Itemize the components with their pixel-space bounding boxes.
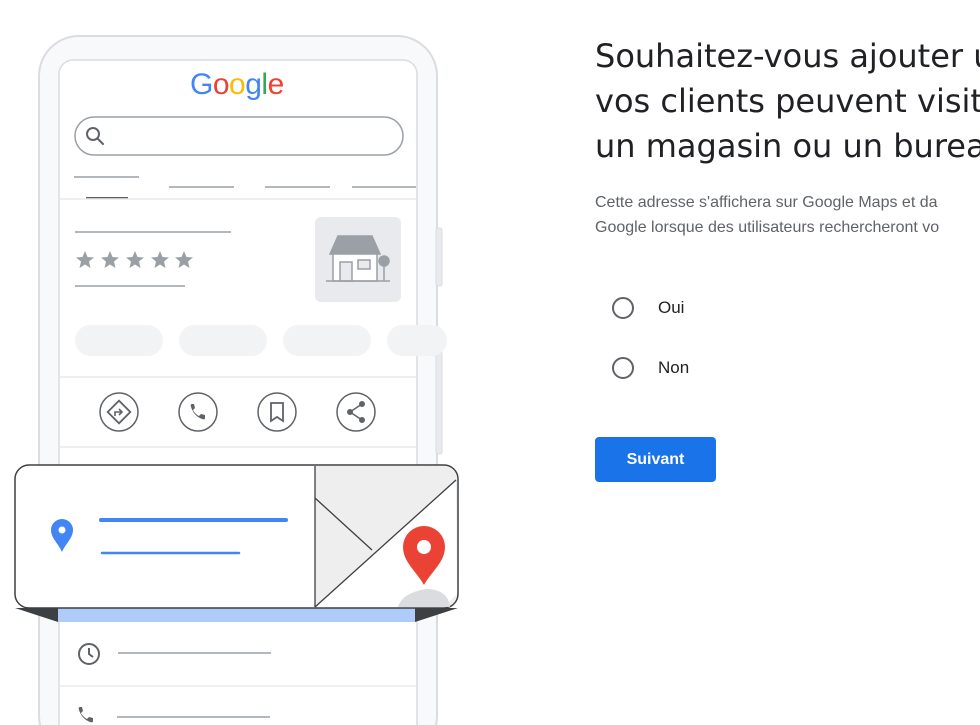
description-line: Google lorsque des utilisateurs recherch…	[595, 219, 940, 236]
page-description: Cette adresse s'affichera sur Google Map…	[595, 190, 980, 240]
title-line: Souhaitez-vous ajouter u	[595, 37, 980, 75]
chip-placeholder	[75, 325, 163, 356]
page-title: Souhaitez-vous ajouter u vos clients peu…	[595, 34, 980, 169]
phone-illustration	[14, 35, 459, 725]
search-bar-shape	[74, 116, 404, 156]
logo-letter: G	[190, 68, 213, 101]
radio-option-oui[interactable]: Oui	[612, 297, 684, 319]
radio-label: Oui	[658, 298, 685, 317]
chip-placeholder	[179, 325, 267, 356]
phone-icon	[178, 392, 218, 432]
radio-label: Non	[658, 358, 690, 377]
radio-button[interactable]	[612, 357, 634, 379]
business-profile-illustration: Google	[0, 0, 470, 725]
chip-placeholder	[387, 325, 447, 356]
title-line: un magasin ou un bureau	[595, 127, 980, 165]
logo-letter: e	[267, 68, 285, 101]
logo-letter: o	[229, 68, 246, 101]
phone-screen	[58, 59, 418, 725]
google-logo: Google	[190, 68, 284, 102]
bookmark-icon	[257, 392, 297, 432]
card-band	[58, 608, 415, 622]
radio-option-non[interactable]: Non	[612, 357, 689, 379]
directions-icon	[99, 392, 139, 432]
phone-side-button	[435, 227, 443, 287]
radio-button[interactable]	[612, 297, 634, 319]
title-line: vos clients peuvent visite	[595, 82, 980, 120]
logo-letter: g	[245, 68, 262, 101]
chip-placeholder	[283, 325, 371, 356]
next-button[interactable]: Suivant	[595, 437, 716, 482]
share-icon	[336, 392, 376, 432]
logo-letter: o	[212, 68, 230, 101]
description-line: Cette adresse s'affichera sur Google Map…	[595, 194, 938, 211]
